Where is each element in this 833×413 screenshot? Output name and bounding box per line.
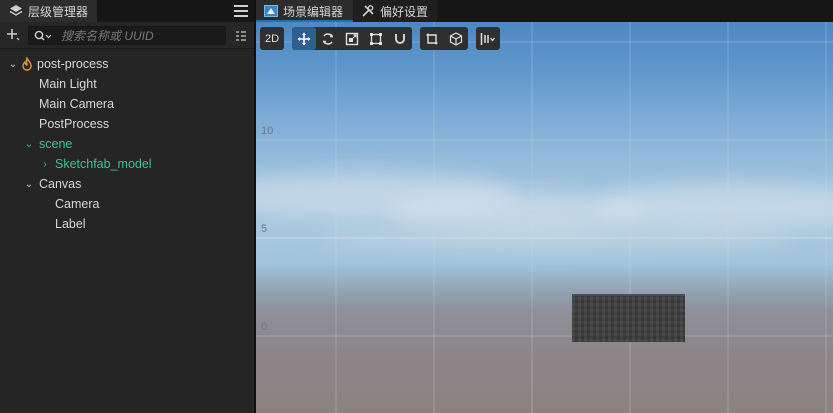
scene-editor-panel: 场景编辑器 偏好设置 10 5 0 2D	[256, 0, 833, 413]
tree-item-postprocess[interactable]: PostProcess	[0, 114, 254, 134]
scene-tabbar: 场景编辑器 偏好设置	[256, 0, 833, 22]
rotate-icon	[322, 32, 334, 45]
local-pivot-icon	[426, 33, 438, 44]
snap-magnet-icon	[395, 33, 405, 44]
tab-scene-editor-label: 场景编辑器	[283, 4, 344, 19]
scene-viewport[interactable]: 10 5 0	[256, 22, 833, 413]
tree-item-label: Camera	[55, 197, 100, 211]
tree-item-camera[interactable]: Camera	[0, 194, 254, 214]
tree-item-label: Sketchfab_model	[55, 157, 152, 171]
search-input[interactable]	[61, 27, 221, 44]
axis-label-10: 10	[261, 125, 274, 137]
tab-hierarchy[interactable]: 层级管理器	[0, 0, 97, 22]
mode-2d-button[interactable]: 2D	[260, 27, 284, 50]
scene-model-object[interactable]	[572, 294, 685, 342]
scale-icon	[345, 32, 359, 45]
tree-item-post-process[interactable]: ⌄ post-process	[0, 54, 254, 74]
tree-item-label-node[interactable]: Label	[0, 214, 254, 234]
tools-icon	[362, 5, 374, 17]
search-icon[interactable]	[34, 30, 52, 42]
tree-item-main-light[interactable]: Main Light	[0, 74, 254, 94]
transform-toolbar	[292, 27, 412, 50]
hierarchy-tabbar: 层级管理器	[0, 0, 254, 22]
scene-grid	[256, 22, 833, 413]
tree-item-label: post-process	[37, 57, 109, 71]
mode-2d-label: 2D	[264, 32, 280, 45]
chevron-down-icon[interactable]: ⌄	[24, 139, 34, 150]
tab-hierarchy-label: 层级管理器	[28, 4, 89, 19]
chevron-down-icon[interactable]: ⌄	[24, 179, 34, 190]
tab-preferences-label: 偏好设置	[380, 4, 429, 19]
scale-tool-button[interactable]	[340, 27, 364, 50]
tree-item-sketchfab-model[interactable]: › Sketchfab_model	[0, 154, 254, 174]
pivot-toggle-button[interactable]	[420, 27, 444, 50]
align-toolbar	[476, 27, 500, 50]
tree-item-scene[interactable]: ⌄ scene	[0, 134, 254, 154]
tree-item-label: PostProcess	[39, 117, 110, 131]
rotate-tool-button[interactable]	[316, 27, 340, 50]
tree-item-canvas[interactable]: ⌄ Canvas	[0, 174, 254, 194]
move-icon	[297, 32, 311, 45]
coordinate-toggle-button[interactable]	[444, 27, 468, 50]
search-box	[28, 26, 226, 45]
tab-scene-editor[interactable]: 场景编辑器	[256, 0, 353, 22]
list-sort-icon[interactable]	[235, 30, 247, 42]
tab-preferences[interactable]: 偏好设置	[353, 0, 437, 22]
tree-item-label: Main Light	[39, 77, 97, 91]
layers-icon	[9, 5, 23, 16]
hierarchy-panel: 层级管理器 搜索名称或 UUID ⌄ post-process Main Lig…	[0, 0, 254, 413]
axis-label-5: 5	[261, 223, 268, 235]
move-tool-button[interactable]	[292, 27, 316, 50]
add-node-button[interactable]	[5, 28, 21, 44]
tree-item-main-camera[interactable]: Main Camera	[0, 94, 254, 114]
global-cube-icon	[449, 31, 463, 46]
align-icon	[480, 32, 495, 45]
rect-icon	[370, 32, 382, 45]
rect-tool-button[interactable]	[364, 27, 388, 50]
editor-window: 层级管理器 搜索名称或 UUID ⌄ post-process Main Lig…	[0, 0, 833, 413]
scene-editor-icon	[264, 5, 278, 17]
hierarchy-search-row	[0, 22, 254, 49]
mode-toolbar: 2D	[260, 27, 284, 50]
tree-item-label: Canvas	[39, 177, 82, 191]
tree-item-label: Main Camera	[39, 97, 115, 111]
align-dropdown-button[interactable]	[476, 27, 500, 50]
coordinate-toolbar	[420, 27, 468, 50]
hierarchy-menu-icon[interactable]	[234, 3, 248, 19]
snap-tool-button[interactable]	[388, 27, 412, 50]
plus-icon	[7, 29, 20, 41]
tree-item-label: scene	[39, 137, 73, 151]
axis-label-0: 0	[261, 321, 268, 333]
scene-flame-icon	[22, 57, 32, 71]
chevron-right-icon[interactable]: ›	[40, 159, 50, 170]
chevron-down-icon[interactable]: ⌄	[8, 59, 18, 70]
tree-item-label: Label	[55, 217, 86, 231]
